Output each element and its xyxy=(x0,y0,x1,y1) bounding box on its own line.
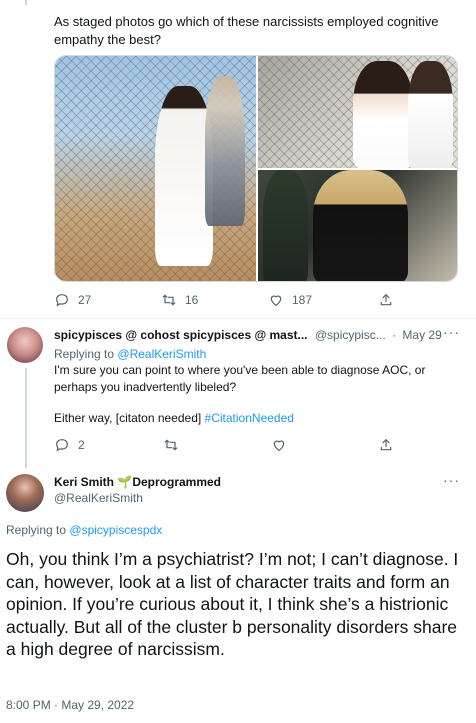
photo-3[interactable] xyxy=(258,170,457,281)
display-name[interactable]: spicypisces @ cohost spicypisces @ mast.… xyxy=(54,328,308,342)
footer-text: Either way, [citaton needed] xyxy=(54,411,202,425)
retweet-icon xyxy=(164,439,178,451)
replying-to-label: Replying to xyxy=(6,523,67,537)
heart-icon xyxy=(273,440,285,452)
photo-1[interactable] xyxy=(55,56,256,281)
thread-line xyxy=(25,0,27,320)
tweet-timestamp[interactable]: 8:00 PM · May 29, 2022 xyxy=(6,697,134,713)
retweet-button[interactable]: 16 xyxy=(161,292,198,308)
tweet-text-footer: Either way, [citaton needed] #CitationNe… xyxy=(54,410,294,427)
more-icon[interactable]: ··· xyxy=(443,324,460,340)
avatar[interactable] xyxy=(6,474,44,512)
replying-to-handle[interactable]: @RealKeriSmith xyxy=(117,347,206,361)
replying-to-label: Replying to xyxy=(54,347,115,361)
tweet-date[interactable]: May 29 xyxy=(402,328,441,342)
hashtag-link[interactable]: #CitationNeeded xyxy=(205,411,294,425)
replying-to-handle[interactable]: @spicypiscespdx xyxy=(69,523,162,537)
share-button[interactable] xyxy=(378,292,394,308)
more-icon[interactable]: ··· xyxy=(443,472,460,488)
like-button[interactable] xyxy=(271,437,287,453)
share-icon xyxy=(380,438,392,451)
thread-line-2 xyxy=(25,368,27,468)
separator: · xyxy=(392,328,397,342)
retweet-button[interactable] xyxy=(163,437,179,453)
photo-2[interactable] xyxy=(258,56,457,168)
display-name-suffix: Deprogrammed xyxy=(132,475,221,489)
tweet-text: As staged photos go which of these narci… xyxy=(54,14,439,47)
media-grid[interactable] xyxy=(54,55,458,282)
reply-button[interactable]: 27 xyxy=(54,292,91,308)
avatar[interactable] xyxy=(7,327,43,363)
like-count: 187 xyxy=(292,293,313,307)
replying-to: Replying to @spicypiscespdx xyxy=(6,522,162,538)
divider xyxy=(0,318,476,319)
tweet-text: Oh, you think I’m a psychiatrist? I’m no… xyxy=(6,549,459,659)
seedling-icon: 🌱 xyxy=(117,475,133,489)
retweet-icon xyxy=(162,294,176,306)
tweet-text: I'm sure you can point to where you've b… xyxy=(54,363,426,394)
retweet-count: 16 xyxy=(185,293,199,307)
heart-icon xyxy=(270,295,282,307)
display-name[interactable]: Keri Smith xyxy=(54,475,114,489)
share-icon xyxy=(380,293,392,306)
replying-to: Replying to @RealKeriSmith xyxy=(54,346,206,362)
handle[interactable]: @spicypisc... xyxy=(315,328,386,342)
reply-count: 2 xyxy=(78,438,85,452)
handle[interactable]: @RealKeriSmith xyxy=(54,490,143,506)
tweet-header: Keri Smith 🌱Deprogrammed xyxy=(54,474,221,490)
tweet-header: spicypisces @ cohost spicypisces @ mast.… xyxy=(54,327,442,343)
reply-icon xyxy=(56,439,68,452)
reply-icon xyxy=(56,294,68,307)
like-button[interactable]: 187 xyxy=(268,292,312,308)
reply-count: 27 xyxy=(78,293,92,307)
reply-button[interactable]: 2 xyxy=(54,437,85,453)
share-button[interactable] xyxy=(378,437,394,453)
